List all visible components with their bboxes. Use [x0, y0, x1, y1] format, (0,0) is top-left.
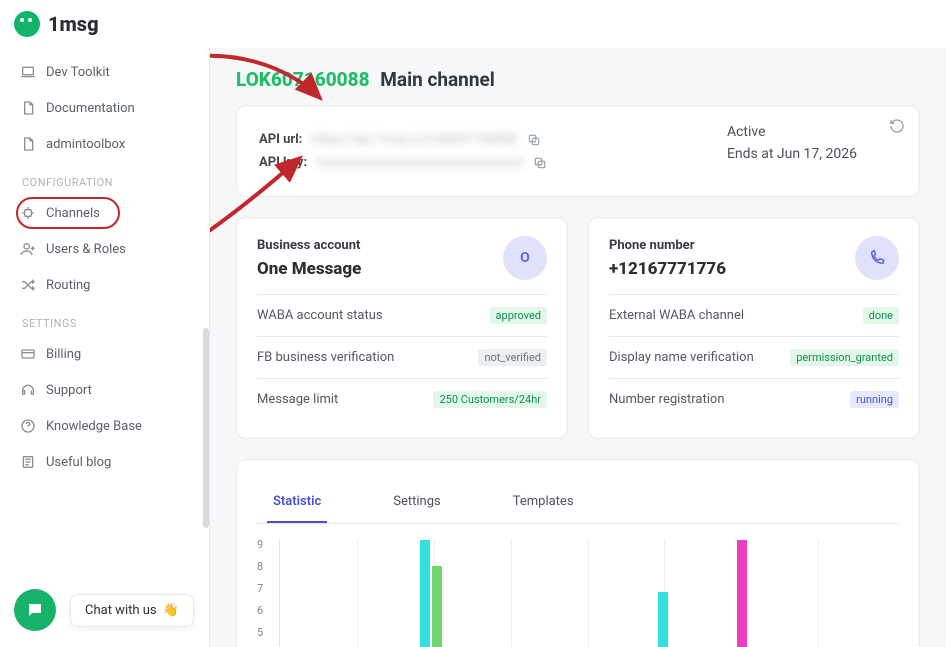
bar-cyan — [658, 592, 668, 647]
bar-cyan — [420, 540, 430, 647]
copy-icon[interactable] — [527, 133, 541, 147]
chat-bubble-icon — [26, 601, 44, 619]
sidebar-label: Documentation — [46, 101, 135, 116]
chat-launcher-button[interactable] — [14, 589, 56, 631]
sidebar: Dev Toolkit Documentation admintoolbox C… — [0, 48, 210, 647]
topbar: 1msg — [0, 0, 946, 48]
sidebar-item-channels[interactable]: Channels — [6, 195, 203, 231]
help-icon — [20, 418, 36, 434]
api-key-label: API key: — [259, 155, 307, 170]
card-icon — [20, 346, 36, 362]
sidebar-item-users-roles[interactable]: Users & Roles — [6, 231, 203, 267]
api-url-label: API url: — [259, 132, 302, 147]
headset-icon — [20, 382, 36, 398]
chip-icon — [20, 205, 36, 221]
phone-icon — [868, 249, 886, 267]
refresh-icon[interactable] — [889, 118, 905, 134]
status-tag: not_verified — [478, 349, 547, 366]
doc-icon — [20, 136, 36, 152]
ytick: 8 — [257, 560, 263, 574]
bar-green — [432, 566, 442, 647]
statistic-card: Statistic Settings Templates 9 8 7 6 5 — [236, 459, 920, 647]
status-tag: 250 Customers/24hr — [433, 391, 547, 408]
wave-emoji: 👋 — [163, 603, 179, 618]
sidebar-item-support[interactable]: Support — [6, 372, 203, 408]
content: LOK607160088 Main channel API url: https… — [210, 48, 946, 647]
channel-status: Active — [727, 124, 857, 140]
row-label: Number registration — [609, 392, 725, 407]
sidebar-item-dev-toolkit[interactable]: Dev Toolkit — [6, 54, 203, 90]
status-tag: done — [863, 307, 899, 324]
page-title: LOK607160088 Main channel — [236, 68, 920, 91]
sidebar-item-knowledge-base[interactable]: Knowledge Base — [6, 408, 203, 444]
sidebar-item-routing[interactable]: Routing — [6, 267, 203, 303]
business-avatar: O — [503, 236, 547, 280]
tab-statistic[interactable]: Statistic — [267, 482, 327, 523]
y-axis: 9 8 7 6 5 — [257, 538, 263, 640]
sidebar-label: Users & Roles — [46, 242, 126, 257]
tab-settings[interactable]: Settings — [387, 482, 446, 523]
row-label: WABA account status — [257, 308, 383, 323]
bar-magenta — [737, 540, 747, 647]
logo-icon — [14, 11, 40, 37]
chat-with-us-pill[interactable]: Chat with us 👋 — [70, 594, 194, 627]
copy-icon[interactable] — [533, 156, 547, 170]
logo[interactable]: 1msg — [14, 11, 99, 37]
phone-heading: Phone number — [609, 238, 726, 253]
scrollbar-thumb[interactable] — [203, 328, 209, 528]
sidebar-label: Channels — [46, 206, 100, 221]
chart-plot-area — [279, 540, 895, 647]
phone-number-card: Phone number +12167771776 External WABA … — [588, 217, 920, 439]
sidebar-section-configuration: CONFIGURATION — [6, 162, 203, 195]
sidebar-label: Knowledge Base — [46, 419, 142, 434]
api-credentials-card: API url: https://api.1msg.io/LOK60716008… — [236, 105, 920, 197]
logo-text: 1msg — [48, 12, 99, 36]
sidebar-label: admintoolbox — [46, 137, 125, 152]
shuffle-icon — [20, 277, 36, 293]
sidebar-label: Useful blog — [46, 455, 111, 470]
tabs: Statistic Settings Templates — [257, 482, 899, 524]
sidebar-section-settings: SETTINGS — [6, 303, 203, 336]
chat-pill-label: Chat with us — [85, 603, 157, 618]
avatar-letter: O — [520, 250, 530, 266]
api-url-value: https://api.1msg.io/LOK607160088 — [312, 132, 517, 147]
ytick: 6 — [257, 604, 263, 618]
sidebar-label: Dev Toolkit — [46, 65, 110, 80]
sidebar-item-useful-blog[interactable]: Useful blog — [6, 444, 203, 480]
business-heading: Business account — [257, 238, 361, 253]
channel-ends-at: Ends at Jun 17, 2026 — [727, 146, 857, 162]
row-label: External WABA channel — [609, 308, 744, 323]
api-key-value: xxxxxxxxxxxxxxxxxxxxxxxxxxxxxxxx — [317, 155, 523, 170]
doc-icon — [20, 454, 36, 470]
status-tag: running — [850, 391, 899, 408]
status-tag: approved — [490, 307, 547, 324]
business-name: One Message — [257, 259, 361, 279]
tab-templates[interactable]: Templates — [507, 482, 580, 523]
business-account-card: Business account One Message O WABA acco… — [236, 217, 568, 439]
laptop-icon — [20, 64, 36, 80]
statistic-chart: 9 8 7 6 5 — [257, 538, 899, 647]
channel-name: Main channel — [380, 68, 495, 91]
row-label: Display name verification — [609, 350, 754, 365]
doc-icon — [20, 100, 36, 116]
user-plus-icon — [20, 241, 36, 257]
status-tag: permission_granted — [790, 349, 899, 366]
sidebar-item-admintoolbox[interactable]: admintoolbox — [6, 126, 203, 162]
channel-id: LOK607160088 — [236, 68, 370, 91]
sidebar-label: Routing — [46, 278, 90, 293]
sidebar-label: Support — [46, 383, 92, 398]
row-label: Message limit — [257, 392, 338, 407]
ytick: 9 — [257, 538, 263, 552]
phone-number-value: +12167771776 — [609, 259, 726, 279]
sidebar-item-billing[interactable]: Billing — [6, 336, 203, 372]
sidebar-label: Billing — [46, 347, 81, 362]
phone-avatar — [855, 236, 899, 280]
sidebar-item-documentation[interactable]: Documentation — [6, 90, 203, 126]
row-label: FB business verification — [257, 350, 394, 365]
ytick: 5 — [257, 626, 263, 640]
ytick: 7 — [257, 582, 263, 596]
